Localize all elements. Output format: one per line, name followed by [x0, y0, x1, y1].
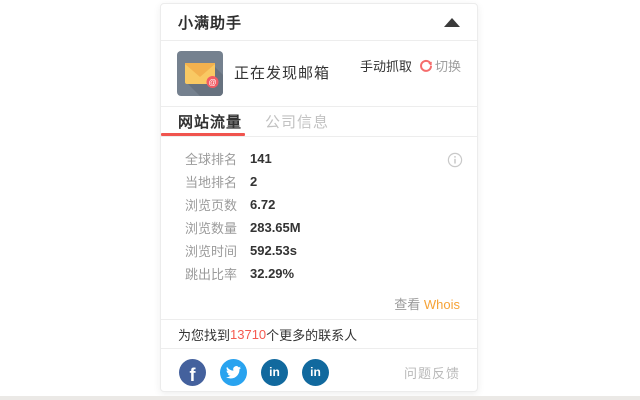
twitter-icon[interactable]	[220, 358, 247, 386]
tab-website-traffic[interactable]: 网站流量	[178, 111, 242, 132]
linkedin-icon-2[interactable]: in	[302, 358, 329, 386]
feedback-link[interactable]: 问题反馈	[404, 363, 460, 382]
collapse-triangle-icon[interactable]	[444, 17, 460, 27]
stat-value: 141	[250, 151, 272, 166]
contacts-found-line: 为您找到 13710 个更多的联系人	[161, 320, 477, 349]
stat-row-local-rank: 当地排名 2	[185, 170, 460, 193]
manual-grab-label: 手动抓取	[359, 59, 412, 74]
switch-button[interactable]: 切换	[419, 56, 461, 75]
stat-value: 283.65M	[250, 220, 301, 235]
manual-grab-group: 手动抓取 切换	[360, 56, 461, 75]
svg-text:@: @	[208, 78, 216, 87]
whois-line: 查看 Whois	[394, 294, 460, 313]
facebook-icon[interactable]: f	[179, 358, 206, 386]
whois-link[interactable]: Whois	[424, 297, 460, 312]
envelope-at-badge-icon: @	[177, 51, 223, 101]
panel-title: 小满助手	[178, 14, 243, 32]
linkedin-icon[interactable]: in	[261, 358, 288, 386]
social-icons-row: f in in	[179, 358, 329, 386]
stat-label: 浏览页数	[185, 198, 238, 213]
contacts-count: 13710	[230, 326, 267, 342]
stat-row-visits: 浏览数量 283.65M	[185, 216, 460, 239]
switch-label: 切换	[434, 59, 461, 74]
stat-value: 32.29%	[250, 266, 295, 281]
stat-label: 跳出比率	[185, 267, 238, 282]
tab-company-info[interactable]: 公司信息	[265, 111, 329, 132]
stat-row-global-rank: 全球排名 141	[185, 147, 460, 170]
whois-prefix-label: 查看	[394, 297, 421, 312]
refresh-icon	[420, 59, 432, 72]
tab-bar: 网站流量 公司信息	[161, 107, 477, 137]
stat-label: 浏览时间	[185, 244, 238, 259]
stat-value: 2	[250, 174, 258, 189]
stat-label: 浏览数量	[185, 221, 238, 236]
discover-status-text: 正在发现邮箱	[234, 65, 331, 82]
panel-header: 小满助手	[161, 4, 477, 41]
stat-value: 592.53s	[250, 243, 297, 258]
info-icon[interactable]	[447, 152, 463, 173]
active-tab-underline	[161, 133, 245, 136]
traffic-stats-section: 全球排名 141 当地排名 2 浏览页数 6.72 浏览数量 283.65M 浏…	[161, 137, 477, 320]
assistant-popup-panel: 小满助手 @ 正在发现邮箱 手动抓取 切换 网站流量 公司信息 全球排名 141…	[160, 3, 478, 392]
contacts-suffix: 个更多的联系人	[266, 327, 358, 343]
panel-footer: f in in 问题反馈	[161, 349, 477, 391]
stat-label: 当地排名	[185, 175, 238, 190]
bottom-edge-strip	[0, 396, 640, 400]
email-discover-section: @ 正在发现邮箱 手动抓取 切换	[161, 41, 477, 107]
stat-label: 全球排名	[185, 152, 238, 167]
stat-row-visit-duration: 浏览时间 592.53s	[185, 239, 460, 262]
contacts-prefix: 为您找到	[178, 327, 231, 343]
stat-row-pages-per-visit: 浏览页数 6.72	[185, 193, 460, 216]
stat-row-bounce-rate: 跳出比率 32.29%	[185, 262, 460, 285]
stat-value: 6.72	[250, 197, 276, 212]
